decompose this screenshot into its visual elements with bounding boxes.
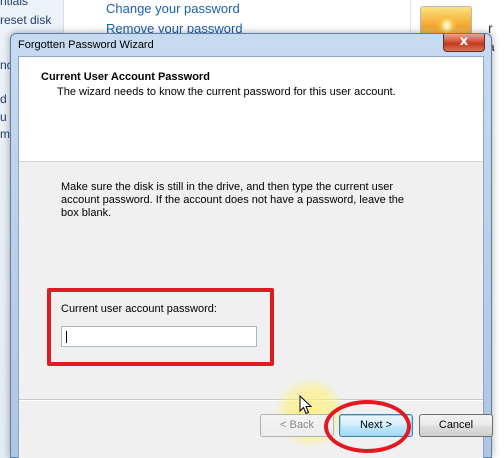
annotation-oval	[324, 400, 411, 453]
page-subtitle: The wizard needs to know the current pas…	[57, 86, 396, 98]
change-password-link[interactable]: Change your password	[106, 1, 240, 16]
annotation-rectangle	[47, 288, 274, 366]
dialog-title: Forgotten Password Wizard	[18, 39, 154, 51]
title-bar[interactable]: Forgotten Password Wizard x	[11, 34, 491, 56]
button-separator	[19, 399, 483, 401]
mouse-cursor-icon	[299, 395, 313, 415]
sidebar-item[interactable]: ntials	[0, 0, 28, 8]
sidebar-item[interactable]: u	[0, 110, 7, 124]
instructions-text: Make sure the disk is still in the drive…	[61, 181, 405, 219]
close-icon: x	[459, 34, 469, 49]
sidebar-item[interactable]: m	[0, 127, 10, 141]
sidebar-item[interactable]: reset disk	[0, 13, 51, 27]
dialog-client-area: Current User Account Password The wizard…	[18, 56, 493, 458]
back-button[interactable]: < Back	[260, 414, 334, 437]
page-title: Current User Account Password	[41, 71, 210, 83]
cancel-button[interactable]: Cancel	[419, 414, 493, 437]
wizard-dialog: Forgotten Password Wizard x Current User…	[10, 33, 493, 458]
wizard-header: Current User Account Password The wizard…	[19, 57, 483, 162]
close-button[interactable]: x	[443, 34, 485, 52]
